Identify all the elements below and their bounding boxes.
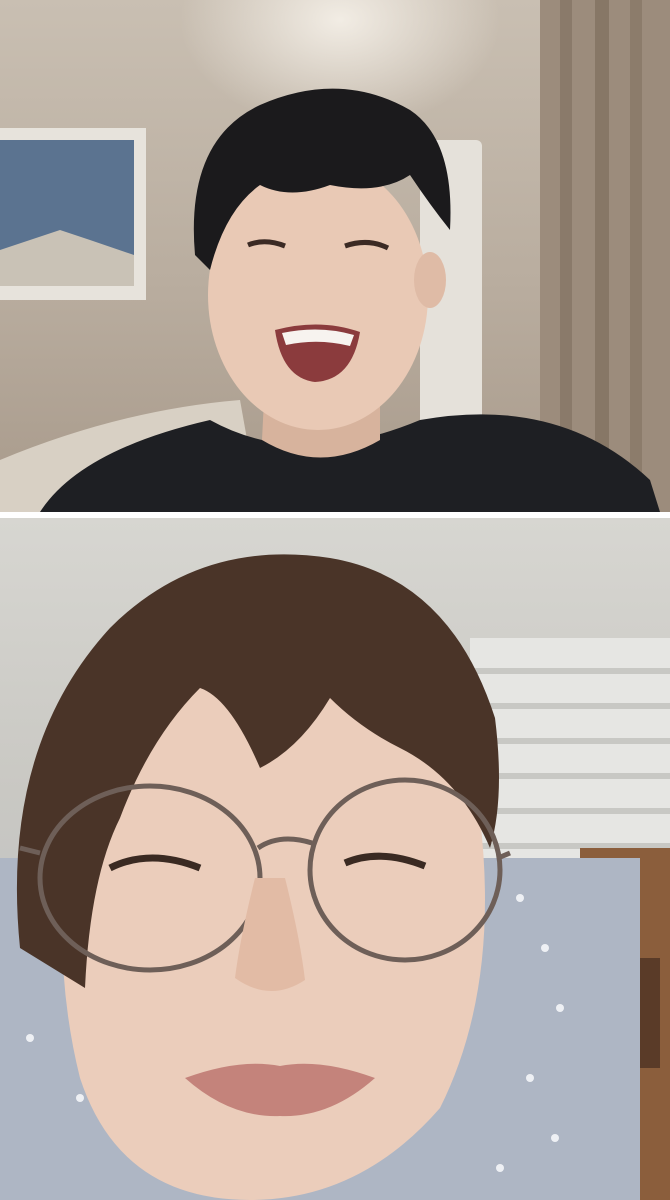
bottom-video-feed[interactable]: [0, 518, 670, 1200]
person-ear: [414, 252, 446, 308]
live-video-call: [0, 0, 670, 1200]
bottom-video-scene: [0, 554, 670, 1200]
top-video-scene: [0, 0, 670, 512]
wall-picture-frame: [0, 128, 146, 300]
top-video-feed[interactable]: [0, 0, 670, 512]
